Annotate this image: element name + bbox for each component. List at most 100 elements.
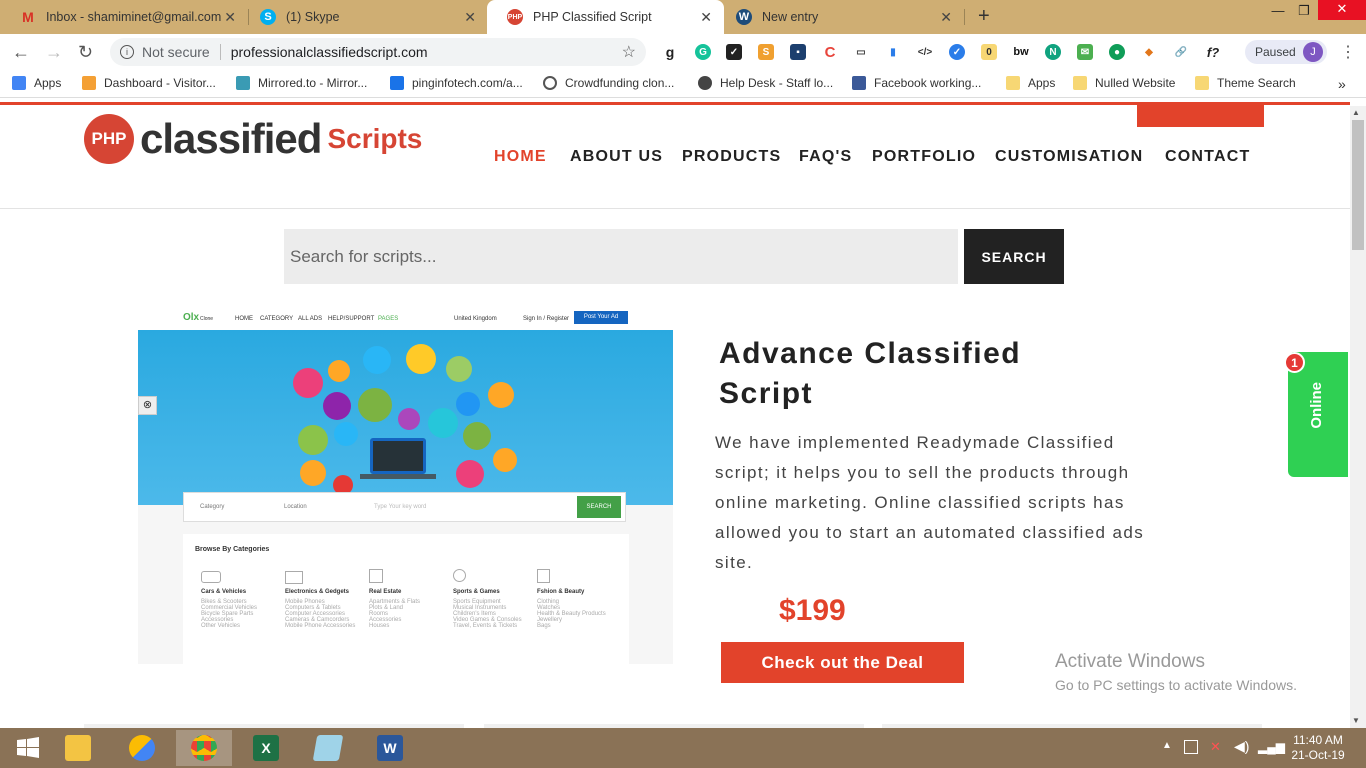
scroll-down-icon[interactable]: ▼ (1352, 716, 1360, 725)
volume-icon[interactable]: ◀) (1234, 738, 1249, 755)
site-logo[interactable]: PHP classified Scripts (84, 114, 422, 164)
close-icon[interactable]: ✕ (224, 9, 236, 26)
preview-post-button: Post Your Ad (574, 311, 628, 324)
telescope-icon (456, 392, 480, 416)
bookmark-helpdesk[interactable]: Help Desk - Staff lo... (698, 76, 833, 90)
bookmark-dashboard[interactable]: Dashboard - Visitor... (82, 76, 216, 90)
scroll-up-icon[interactable]: ▲ (1352, 108, 1360, 117)
n-extension-icon[interactable]: N (1045, 44, 1061, 60)
signal-icon[interactable]: ▂▄▆ (1258, 740, 1285, 754)
link-icon[interactable]: 🔗 (1173, 44, 1189, 60)
notes-app-icon (312, 735, 344, 761)
close-icon[interactable]: ✕ (700, 9, 712, 26)
laptop-base (360, 474, 436, 479)
bookmark-folder-apps[interactable]: Apps (1006, 76, 1055, 90)
reload-icon[interactable]: ↻ (78, 42, 93, 63)
product-screenshot[interactable]: Olx Clone HOME CATEGORY ALL ADS HELP/SUP… (138, 306, 673, 664)
preview-brand-suffix: Clone (200, 316, 214, 322)
tab-separator (964, 9, 965, 25)
preview-category: Category (200, 504, 225, 510)
network-error-icon[interactable]: ✕ (1210, 739, 1221, 755)
screen-extension-icon[interactable]: ▭ (853, 44, 869, 60)
taskbar-excel[interactable]: X (238, 730, 294, 766)
nav-portfolio[interactable]: PORTFOLIO (872, 148, 976, 166)
bookmark-folder-nulled[interactable]: Nulled Website (1073, 76, 1175, 90)
close-icon[interactable]: ✕ (464, 9, 476, 26)
nav-customisation[interactable]: CUSTOMISATION (995, 148, 1143, 166)
preview-location: Location (284, 504, 307, 510)
preview-keyword: Type Your key word (374, 504, 427, 510)
header-divider (0, 208, 1350, 209)
bookmark-folder-theme[interactable]: Theme Search (1195, 76, 1296, 90)
bookmark-pinginfotech[interactable]: pinginfotech.com/a... (390, 76, 523, 90)
folder-extension-icon[interactable]: ▪ (790, 44, 806, 60)
taskbar-word[interactable]: W (362, 730, 418, 766)
start-button[interactable] (0, 730, 56, 766)
url-text[interactable]: professionalclassifiedscript.com (231, 44, 428, 60)
preview-category-col: Electronics & Gedgets Mobile Phones Comp… (285, 589, 367, 629)
tab-new-entry[interactable]: W New entry ✕ (716, 0, 964, 34)
preview-category-name: Real Estate (369, 589, 402, 595)
bookmark-apps[interactable]: Apps (12, 76, 61, 90)
grammarly-icon[interactable]: G (695, 44, 711, 60)
close-window-icon[interactable]: ✕ (1318, 0, 1366, 20)
chart-extension-icon[interactable]: ▮ (885, 44, 901, 60)
search-icon (543, 76, 557, 90)
address-bar[interactable]: i Not secure professionalclassifiedscrip… (110, 38, 646, 66)
logo-word: classified (140, 115, 322, 162)
star-icon[interactable]: ☆ (622, 42, 636, 62)
system-clock[interactable]: 11:40 AM 21-Oct-19 (1290, 733, 1346, 763)
forward-icon[interactable]: → (45, 42, 63, 63)
nav-contact[interactable]: CONTACT (1165, 148, 1250, 166)
nav-products[interactable]: PRODUCTS (682, 148, 781, 166)
cup-icon (493, 448, 517, 472)
google-extension-icon[interactable]: g (662, 44, 678, 60)
new-tab-icon[interactable]: + (978, 5, 990, 28)
menu-icon[interactable]: ⋮ (1340, 42, 1356, 62)
taskbar-chrome[interactable] (176, 730, 232, 766)
nav-home[interactable]: HOME (494, 148, 547, 166)
bookmark-crowdfunding[interactable]: Crowdfunding clon... (543, 76, 674, 90)
avatar: J (1303, 42, 1323, 62)
checkmark-extension-icon[interactable]: ✓ (726, 44, 742, 60)
info-icon[interactable]: i (120, 45, 134, 59)
scrollbar-thumb[interactable] (1352, 120, 1364, 250)
taskbar-file-explorer[interactable] (50, 730, 106, 766)
seoquake-icon[interactable]: S (758, 44, 774, 60)
chat-extension-icon[interactable]: ● (1109, 44, 1125, 60)
tab-php-classified[interactable]: PHP PHP Classified Script ✕ (487, 0, 724, 34)
close-icon[interactable]: ✕ (940, 9, 952, 26)
nav-faqs[interactable]: FAQ'S (799, 148, 852, 166)
zoom-icon[interactable]: ⊗ (138, 396, 157, 415)
taskbar-app[interactable] (300, 730, 356, 766)
tab-gmail[interactable]: M Inbox - shamiminet@gmail.com ✕ (0, 0, 248, 34)
logo-suffix: Scripts (327, 123, 423, 154)
check-badge-icon[interactable]: ✓ (949, 44, 965, 60)
chat-icon (328, 360, 350, 382)
bw-extension-icon[interactable]: bw (1013, 44, 1029, 60)
device-icon[interactable] (1184, 740, 1198, 754)
show-hidden-icons[interactable]: ▲ (1162, 740, 1172, 751)
nav-about-us[interactable]: ABOUT US (570, 148, 663, 166)
search-input[interactable] (284, 229, 958, 284)
check-deal-button[interactable]: Check out the Deal (721, 642, 964, 683)
product-price: $199 (779, 594, 846, 627)
notes-extension-icon[interactable]: 0 (981, 44, 997, 60)
windows-taskbar: X W ▲ ✕ ◀) ▂▄▆ 11:40 AM 21-Oct-19 (0, 728, 1366, 768)
bookmark-facebook[interactable]: Facebook working... (852, 76, 981, 90)
metamask-icon[interactable]: ◆ (1141, 44, 1157, 60)
mail-extension-icon[interactable]: ✉ (1077, 44, 1093, 60)
c-extension-icon[interactable]: C (822, 44, 838, 61)
laptop-icon (370, 438, 426, 474)
code-extension-icon[interactable]: </> (917, 44, 933, 60)
search-button[interactable]: SEARCH (964, 229, 1064, 284)
chevron-right-icon[interactable]: » (1338, 76, 1346, 92)
tab-skype[interactable]: S (1) Skype ✕ (240, 0, 488, 34)
watermark-subtitle: Go to PC settings to activate Windows. (1055, 677, 1297, 693)
profile-button[interactable]: Paused J (1245, 40, 1327, 64)
formula-extension-icon[interactable]: f? (1205, 44, 1221, 60)
folder-icon (1195, 76, 1209, 90)
back-icon[interactable]: ← (12, 42, 30, 63)
bookmark-mirrored[interactable]: Mirrored.to - Mirror... (236, 76, 367, 90)
taskbar-google-ads[interactable] (114, 730, 170, 766)
